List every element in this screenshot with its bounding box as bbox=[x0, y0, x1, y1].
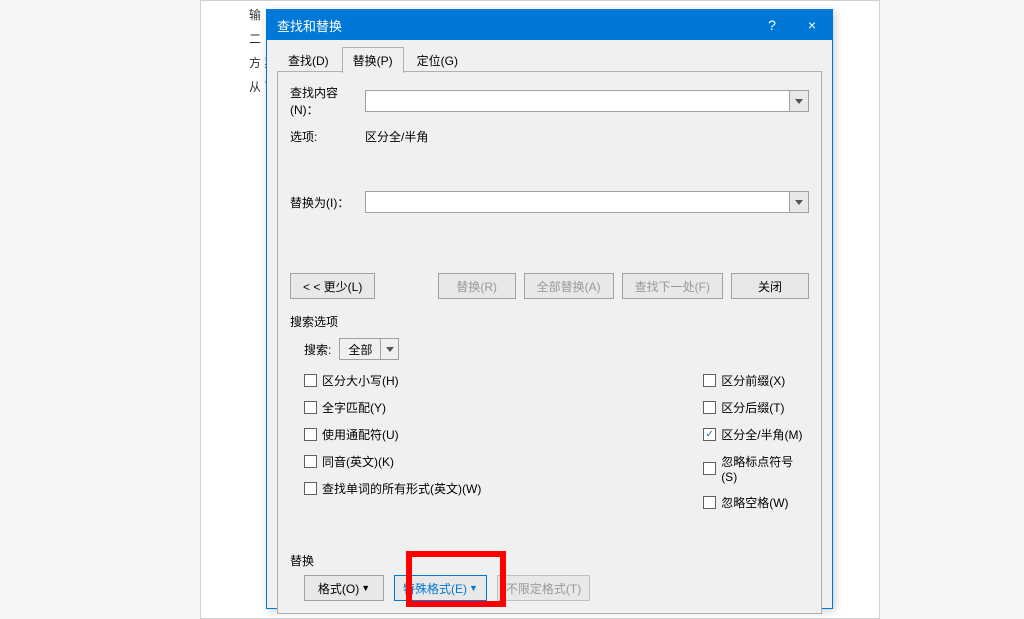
caret-down-icon: ▼ bbox=[361, 583, 370, 593]
main-button-row: < < 更少(L) 替换(R) 全部替换(A) 查找下一处(F) 关闭 bbox=[290, 273, 809, 299]
replace-row: 替换为(I)： bbox=[290, 191, 809, 213]
no-format-button[interactable]: 不限定格式(T) bbox=[497, 575, 590, 601]
tab-goto[interactable]: 定位(G) bbox=[406, 47, 469, 73]
search-options-label: 搜索选项 bbox=[290, 313, 809, 330]
replace-all-button[interactable]: 全部替换(A) bbox=[524, 273, 614, 299]
dialog-title: 查找和替换 bbox=[277, 16, 752, 35]
checkbox-label: 忽略空格(W) bbox=[721, 494, 788, 511]
replace-input[interactable] bbox=[365, 191, 789, 213]
checkbox-label: 区分前缀(X) bbox=[721, 372, 785, 389]
find-next-button[interactable]: 查找下一处(F) bbox=[622, 273, 723, 299]
check-ignore-space[interactable]: 忽略空格(W) bbox=[703, 494, 809, 511]
find-input-wrap bbox=[365, 90, 809, 112]
special-format-button[interactable]: 特殊格式(E)▼ bbox=[394, 575, 487, 601]
options-label: 选项: bbox=[290, 128, 365, 145]
checkbox-label: 查找单词的所有形式(英文)(W) bbox=[322, 480, 481, 497]
close-button[interactable]: × bbox=[792, 10, 832, 40]
check-full-half[interactable]: 区分全/半角(M) bbox=[703, 426, 809, 443]
checkbox-columns: 区分大小写(H) 全字匹配(Y) 使用通配符(U) 同音(英文)(K) 查找单词… bbox=[290, 372, 809, 511]
checkbox-icon bbox=[703, 462, 716, 475]
close-dialog-button[interactable]: 关闭 bbox=[731, 273, 809, 299]
find-replace-dialog: 查找和替换 ? × 查找(D) 替换(P) 定位(G) 查找内容(N)： 选项:… bbox=[266, 9, 833, 609]
replace-label: 替换为(I)： bbox=[290, 194, 365, 211]
check-sounds-like[interactable]: 同音(英文)(K) bbox=[304, 453, 703, 470]
check-match-case[interactable]: 区分大小写(H) bbox=[304, 372, 703, 389]
dialog-titlebar[interactable]: 查找和替换 ? × bbox=[267, 10, 832, 40]
find-label: 查找内容(N)： bbox=[290, 84, 365, 118]
find-dropdown-button[interactable] bbox=[789, 90, 809, 112]
check-match-prefix[interactable]: 区分前缀(X) bbox=[703, 372, 809, 389]
checkbox-label: 区分后缀(T) bbox=[721, 399, 784, 416]
checkbox-label: 忽略标点符号(S) bbox=[721, 453, 809, 484]
bottom-group-label: 替换 bbox=[290, 552, 809, 569]
search-direction-row: 搜索: 全部 bbox=[304, 338, 809, 360]
checkbox-label: 全字匹配(Y) bbox=[322, 399, 386, 416]
checkbox-icon bbox=[304, 401, 317, 414]
replace-button[interactable]: 替换(R) bbox=[438, 273, 516, 299]
caret-down-icon: ▼ bbox=[469, 583, 478, 593]
checkbox-label: 使用通配符(U) bbox=[322, 426, 399, 443]
checkbox-col-right: 区分前缀(X) 区分后缀(T) 区分全/半角(M) 忽略标点符号(S) 忽略空格… bbox=[703, 372, 809, 511]
tab-content: 查找内容(N)： 选项: 区分全/半角 替换为(I)： < < 更少(L) 替换… bbox=[277, 71, 822, 614]
checkbox-label: 区分全/半角(M) bbox=[721, 426, 802, 443]
bottom-button-row: 格式(O)▼ 特殊格式(E)▼ 不限定格式(T) bbox=[290, 575, 809, 601]
replace-input-wrap bbox=[365, 191, 809, 213]
find-input[interactable] bbox=[365, 90, 789, 112]
chevron-down-icon bbox=[380, 339, 398, 359]
check-word-forms[interactable]: 查找单词的所有形式(英文)(W) bbox=[304, 480, 703, 497]
tab-row: 查找(D) 替换(P) 定位(G) bbox=[267, 40, 832, 72]
search-direction-value: 全部 bbox=[340, 341, 380, 358]
checkbox-icon bbox=[703, 374, 716, 387]
checkbox-label: 同音(英文)(K) bbox=[322, 453, 394, 470]
less-button[interactable]: < < 更少(L) bbox=[290, 273, 375, 299]
checkbox-icon bbox=[304, 482, 317, 495]
checkbox-checked-icon bbox=[703, 428, 716, 441]
checkbox-label: 区分大小写(H) bbox=[322, 372, 399, 389]
find-row: 查找内容(N)： bbox=[290, 84, 809, 118]
search-options-section: 搜索选项 搜索: 全部 区分大小写(H) 全字匹配(Y) 使用通配符(U) 同音… bbox=[290, 313, 809, 511]
options-row: 选项: 区分全/半角 bbox=[290, 128, 809, 145]
spacer bbox=[290, 223, 809, 273]
button-label: 格式(O) bbox=[318, 580, 359, 597]
check-whole-word[interactable]: 全字匹配(Y) bbox=[304, 399, 703, 416]
search-direction-select[interactable]: 全部 bbox=[339, 338, 399, 360]
checkbox-icon bbox=[703, 496, 716, 509]
checkbox-icon bbox=[304, 374, 317, 387]
check-wildcards[interactable]: 使用通配符(U) bbox=[304, 426, 703, 443]
format-button[interactable]: 格式(O)▼ bbox=[304, 575, 384, 601]
button-label: 不限定格式(T) bbox=[506, 580, 581, 597]
help-button[interactable]: ? bbox=[752, 10, 792, 40]
checkbox-icon bbox=[703, 401, 716, 414]
tab-find[interactable]: 查找(D) bbox=[277, 47, 340, 73]
checkbox-icon bbox=[304, 455, 317, 468]
options-value: 区分全/半角 bbox=[365, 128, 428, 145]
search-direction-label: 搜索: bbox=[304, 341, 331, 358]
checkbox-icon bbox=[304, 428, 317, 441]
bottom-format-section: 替换 格式(O)▼ 特殊格式(E)▼ 不限定格式(T) bbox=[290, 552, 809, 601]
chevron-down-icon bbox=[795, 99, 803, 104]
tab-replace[interactable]: 替换(P) bbox=[342, 47, 404, 73]
check-match-suffix[interactable]: 区分后缀(T) bbox=[703, 399, 809, 416]
chevron-down-icon bbox=[795, 200, 803, 205]
checkbox-col-left: 区分大小写(H) 全字匹配(Y) 使用通配符(U) 同音(英文)(K) 查找单词… bbox=[304, 372, 703, 511]
replace-dropdown-button[interactable] bbox=[789, 191, 809, 213]
button-label: 特殊格式(E) bbox=[403, 580, 467, 597]
check-ignore-punct[interactable]: 忽略标点符号(S) bbox=[703, 453, 809, 484]
